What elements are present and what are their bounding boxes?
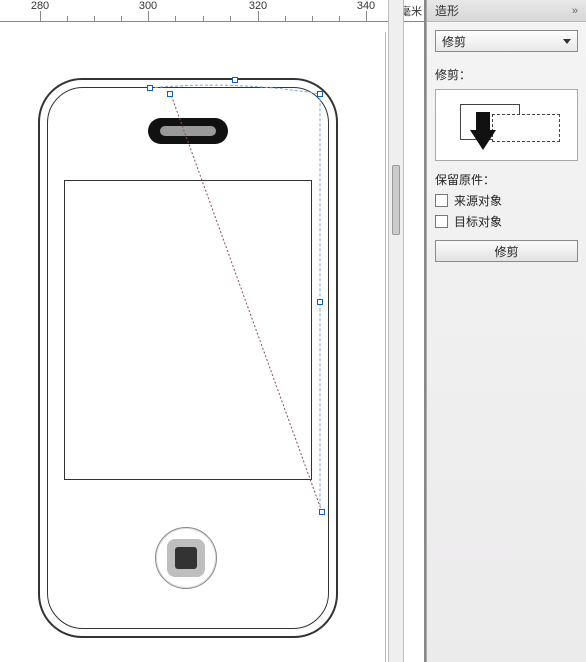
operation-select[interactable]: 修剪 [435, 30, 578, 52]
panel-titlebar: 造形 » [427, 0, 586, 22]
operation-preview [435, 89, 578, 161]
panel-collapse-icon[interactable]: » [572, 0, 578, 22]
phone-speaker-slot [160, 126, 216, 136]
checkbox-source-row[interactable]: 来源对象 [435, 192, 578, 209]
checkbox-target-label: 目标对象 [454, 213, 502, 230]
operation-select-value: 修剪 [442, 33, 466, 50]
checkbox-target-row[interactable]: 目标对象 [435, 213, 578, 230]
horizontal-ruler: 280 300 320 340 毫米 [0, 0, 426, 22]
trim-arrow-icon [470, 112, 498, 152]
selection-handle[interactable] [317, 299, 323, 305]
selection-handle[interactable] [319, 509, 325, 515]
preview-label: 修剪： [435, 66, 578, 83]
canvas-area[interactable] [0, 22, 426, 662]
apply-button[interactable]: 修剪 [435, 240, 578, 262]
selection-handle[interactable] [147, 85, 153, 91]
apply-button-label: 修剪 [494, 243, 518, 260]
checkbox-target[interactable] [435, 215, 448, 228]
keep-originals-label: 保留原件： [435, 171, 578, 188]
home-button-square [175, 547, 197, 569]
shaping-panel: 造形 » 修剪 修剪： 保留原件： 来源对象 目标对象 修剪 [426, 0, 586, 662]
panel-divider [388, 0, 404, 662]
selection-node[interactable] [167, 91, 173, 97]
selection-handle[interactable] [232, 77, 238, 83]
selection-handle[interactable] [317, 91, 323, 97]
phone-screen[interactable] [64, 180, 312, 480]
scrollbar-thumb[interactable] [392, 165, 400, 235]
checkbox-source[interactable] [435, 194, 448, 207]
chevron-down-icon [563, 39, 571, 44]
checkbox-source-label: 来源对象 [454, 192, 502, 209]
panel-title-text: 造形 [435, 0, 459, 22]
